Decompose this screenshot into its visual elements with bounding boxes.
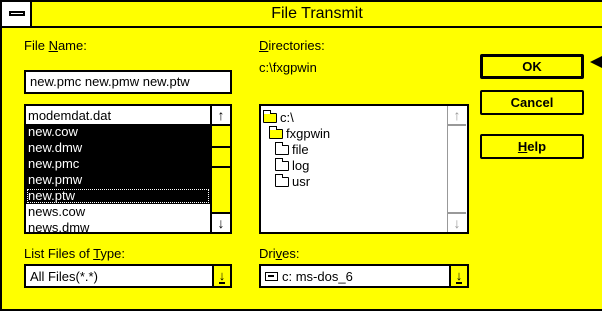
file-type-label: List Files of Type: — [24, 246, 125, 261]
list-item[interactable]: news.dmw — [26, 220, 210, 232]
arrow-down-icon: ↓ — [217, 215, 225, 231]
list-item[interactable]: new.cow — [26, 124, 210, 140]
file-list-scrollbar[interactable]: ↑ ↓ — [210, 106, 230, 232]
scroll-up-button[interactable]: ↑ — [448, 106, 466, 126]
list-item[interactable]: new.pmw — [26, 172, 210, 188]
arrow-down-icon: ↓ — [218, 268, 226, 284]
folder-icon — [274, 142, 289, 155]
directory-item[interactable]: c:\ — [262, 110, 294, 126]
scroll-up-button[interactable]: ↑ — [212, 106, 230, 126]
scroll-down-button[interactable]: ↓ — [212, 212, 230, 232]
directory-item[interactable]: log — [274, 158, 309, 174]
drives-label: Drives: — [259, 246, 300, 261]
scroll-down-button[interactable]: ↓ — [448, 212, 466, 232]
folder-icon — [274, 158, 289, 171]
directories-label: Directories: — [259, 38, 325, 53]
open-folder-icon — [262, 110, 277, 123]
arrow-down-icon: ↓ — [455, 268, 463, 284]
arrow-up-icon: ↑ — [453, 107, 461, 123]
directory-item[interactable]: file — [274, 142, 309, 158]
list-item[interactable]: news.cow — [26, 204, 210, 220]
file-type-select[interactable]: All Files(*.*) ↓ — [24, 264, 232, 288]
file-transmit-dialog: File Transmit File Name: new.pmc new.pmw… — [0, 0, 602, 311]
directory-listbox[interactable]: c:\ fxgpwin file log usr ↑ ↓ — [259, 104, 469, 234]
arrow-up-icon: ↑ — [217, 107, 225, 123]
system-menu-icon — [9, 11, 25, 16]
system-menu-button[interactable] — [2, 2, 32, 26]
scroll-thumb[interactable] — [212, 146, 230, 168]
directory-item[interactable]: usr — [274, 174, 310, 190]
list-item[interactable]: new.dmw — [26, 140, 210, 156]
dropdown-button[interactable]: ↓ — [449, 266, 467, 286]
cancel-button[interactable]: Cancel — [480, 90, 584, 115]
list-item[interactable]: modemdat.dat — [26, 108, 210, 124]
drive-icon — [265, 272, 278, 282]
open-folder-icon — [268, 126, 283, 139]
file-name-input[interactable]: new.pmc new.pmw new.ptw — [24, 70, 232, 94]
mouse-pointer-icon — [590, 56, 602, 68]
ok-button[interactable]: OK — [480, 54, 584, 79]
dropdown-button[interactable]: ↓ — [212, 266, 230, 286]
current-directory: c:\fxgpwin — [259, 60, 317, 75]
file-listbox[interactable]: modemdat.dat new.cow new.dmw new.pmc new… — [24, 104, 232, 234]
drives-select[interactable]: c: ms-dos_6 ↓ — [259, 264, 469, 288]
title-bar[interactable]: File Transmit — [2, 2, 602, 28]
list-item[interactable]: new.ptw — [26, 188, 210, 204]
directory-item[interactable]: fxgpwin — [268, 126, 330, 142]
help-button[interactable]: Help — [480, 134, 584, 159]
list-item[interactable]: new.pmc — [26, 156, 210, 172]
file-name-label: File Name: — [24, 38, 87, 53]
window-title: File Transmit — [271, 5, 363, 22]
directory-scrollbar[interactable]: ↑ ↓ — [447, 106, 467, 232]
folder-icon — [274, 174, 289, 187]
arrow-down-icon: ↓ — [453, 215, 461, 231]
